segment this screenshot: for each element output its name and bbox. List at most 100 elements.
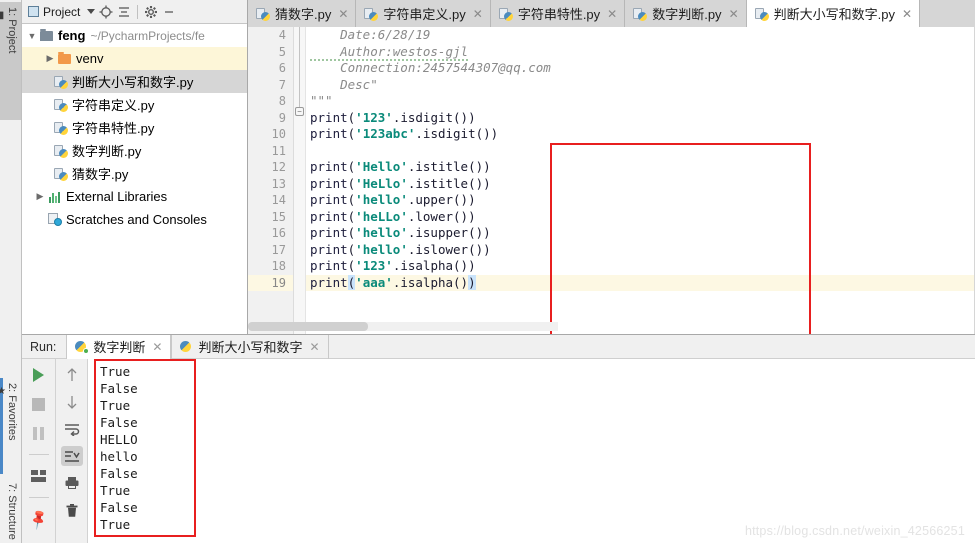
print-icon[interactable]	[61, 473, 83, 493]
minimize-icon[interactable]	[160, 3, 178, 21]
close-icon[interactable]: ✕	[902, 7, 912, 21]
line-number: 4	[278, 28, 286, 42]
code-line-text: Connection:2457544307@qq.com	[310, 60, 551, 75]
tree-item-feng[interactable]: ▼ feng ~/PycharmProjects/fe	[22, 24, 247, 47]
line-number-gutter: 4 5 6 7 8 9 10 11 12 13 14 15 16 17 18 1…	[248, 27, 294, 334]
editor-tab-label: 判断大小写和数字.py	[773, 7, 895, 22]
layout-icon[interactable]	[28, 466, 50, 486]
line-number: 11	[271, 143, 286, 158]
tool-button-structure[interactable]: 7: Structure	[0, 478, 21, 542]
tree-item-external-libraries[interactable]: ▶ External Libraries	[22, 185, 247, 208]
code-line-text: """	[310, 93, 333, 108]
editor-tab-bar: 猜数字.py ✕ 字符串定义.py ✕ 字符串特性.py ✕ 数字判断.py ✕…	[248, 0, 975, 27]
line-number: 5	[278, 44, 286, 59]
close-icon[interactable]: ✕	[152, 340, 162, 354]
code-method-call: .istitle())	[407, 175, 491, 191]
code-function-name: print	[310, 126, 348, 141]
run-tool-window: Run: 数字判断 ✕ 判断大小写和数字 ✕ 📌 True False True…	[22, 334, 975, 543]
code-method-call: .lower())	[407, 208, 476, 224]
scroll-to-end-icon[interactable]	[60, 446, 83, 466]
console-line: False	[100, 466, 138, 481]
code-function-name: print	[310, 192, 348, 207]
line-number: 18	[271, 259, 286, 273]
tree-item-zifuchuan-texing[interactable]: 字符串特性.py	[22, 116, 247, 139]
editor-tab-caishuzi[interactable]: 猜数字.py ✕	[248, 0, 357, 27]
python-file-icon	[754, 7, 769, 21]
code-function-name: print	[310, 109, 348, 125]
editor-tab-panduan-daxiaoxie[interactable]: 判断大小写和数字.py ✕	[746, 0, 921, 27]
code-string-literal: '123abc'	[355, 126, 416, 141]
pycharm-window: Ⅰ 1: Project ▮ 2: Favorites ★ 7: Structu…	[0, 0, 975, 543]
editor-tab-zifuchuan-texing[interactable]: 字符串特性.py ✕	[490, 0, 626, 27]
line-number: 17	[271, 242, 286, 257]
chevron-collapsed-icon[interactable]: ▶	[44, 53, 56, 64]
project-view-selector[interactable]: Project	[26, 5, 97, 19]
code-line: print('123'.isdigit())	[310, 109, 476, 125]
python-file-icon	[52, 75, 69, 89]
console-output[interactable]: True False True False HELLO hello False …	[88, 359, 975, 543]
editor-horizontal-scrollbar[interactable]	[248, 322, 558, 331]
tree-item-zifuchuan-dingyi[interactable]: 字符串定义.py	[22, 93, 247, 116]
line-number: 7	[278, 77, 286, 92]
chevron-expanded-icon[interactable]: ▼	[26, 31, 38, 41]
tree-item-label: External Libraries	[66, 189, 168, 204]
close-icon[interactable]: ✕	[607, 7, 617, 21]
tree-item-label: 数字判断.py	[72, 144, 142, 159]
code-method-call: .islower())	[407, 241, 491, 257]
arrow-down-icon[interactable]	[61, 392, 83, 412]
settings-gear-icon[interactable]	[142, 3, 160, 21]
code-editor[interactable]: 4 5 6 7 8 9 10 11 12 13 14 15 16 17 18 1…	[248, 27, 975, 334]
line-number: 13	[271, 176, 286, 191]
stop-icon[interactable]	[28, 394, 50, 414]
tree-item-label: 猜数字.py	[72, 167, 129, 182]
close-icon[interactable]: ✕	[473, 7, 483, 21]
code-function-name: print	[310, 175, 348, 191]
code-method-call: .isalpha())	[392, 258, 476, 273]
pause-icon[interactable]	[28, 423, 50, 443]
code-function-name: print	[310, 258, 348, 273]
close-icon[interactable]: ✕	[729, 7, 739, 21]
toolbar-divider	[137, 4, 139, 19]
run-icon[interactable]	[28, 365, 50, 385]
close-icon[interactable]: ✕	[310, 340, 320, 354]
run-tab-shuzi-panduan[interactable]: 数字判断 ✕	[66, 334, 172, 359]
editor-tab-shuzi-panduan[interactable]: 数字判断.py ✕	[625, 0, 747, 27]
editor-tab-label: 数字判断.py	[652, 7, 722, 22]
toolbar-divider	[28, 497, 49, 498]
tree-item-caishuzi[interactable]: 猜数字.py	[22, 162, 247, 185]
tree-item-panduan-daxiaoxie[interactable]: 判断大小写和数字.py	[22, 70, 247, 93]
tree-item-scratches-and-consoles[interactable]: Scratches and Consoles	[22, 208, 247, 231]
code-string-literal: 'hello'	[355, 225, 408, 240]
code-text-area[interactable]: Date:6/28/19 Author:westos-gjl Connectio…	[306, 27, 975, 334]
console-line: HELLO	[100, 432, 138, 447]
code-method-call: .isdigit())	[415, 126, 499, 141]
tool-button-structure-label: 7: Structure	[6, 483, 18, 540]
run-tab-bar: Run: 数字判断 ✕ 判断大小写和数字 ✕	[22, 334, 975, 359]
tree-item-label: 字符串定义.py	[72, 98, 155, 113]
code-string-literal: 'heLLo'	[355, 208, 408, 224]
project-tree[interactable]: ▼ feng ~/PycharmProjects/fe ▶ venv 判断大小写…	[22, 24, 247, 334]
code-string-literal: 'aaa'	[355, 274, 393, 290]
tree-item-venv[interactable]: ▶ venv	[22, 47, 247, 70]
code-folding-strip[interactable]: −	[294, 27, 306, 334]
trash-icon[interactable]	[61, 500, 83, 520]
tool-button-project[interactable]: 1: Project ▮	[0, 2, 21, 120]
pin-icon[interactable]: 📌	[26, 507, 49, 530]
tree-item-shuzi-panduan[interactable]: 数字判断.py	[22, 139, 247, 162]
collapse-all-icon[interactable]	[115, 3, 133, 21]
close-icon[interactable]: ✕	[338, 7, 348, 21]
code-line: Desc"	[306, 77, 975, 94]
project-folder-icon: ▮	[0, 10, 7, 21]
code-method-call: .isdigit())	[392, 109, 476, 125]
run-tab-panduan-daxiaoxie[interactable]: 判断大小写和数字 ✕	[171, 334, 329, 359]
tool-button-favorites[interactable]: 2: Favorites ★	[0, 378, 21, 474]
arrow-up-icon[interactable]	[61, 365, 83, 385]
chevron-collapsed-icon[interactable]: ▶	[34, 191, 46, 202]
console-line: False	[100, 500, 138, 515]
select-target-icon[interactable]	[97, 3, 115, 21]
star-icon: ★	[0, 386, 7, 397]
soft-wrap-icon[interactable]	[61, 419, 83, 439]
fold-collapse-icon[interactable]: −	[295, 107, 304, 116]
editor-tab-zifuchuan-dingyi[interactable]: 字符串定义.py ✕	[356, 0, 491, 27]
